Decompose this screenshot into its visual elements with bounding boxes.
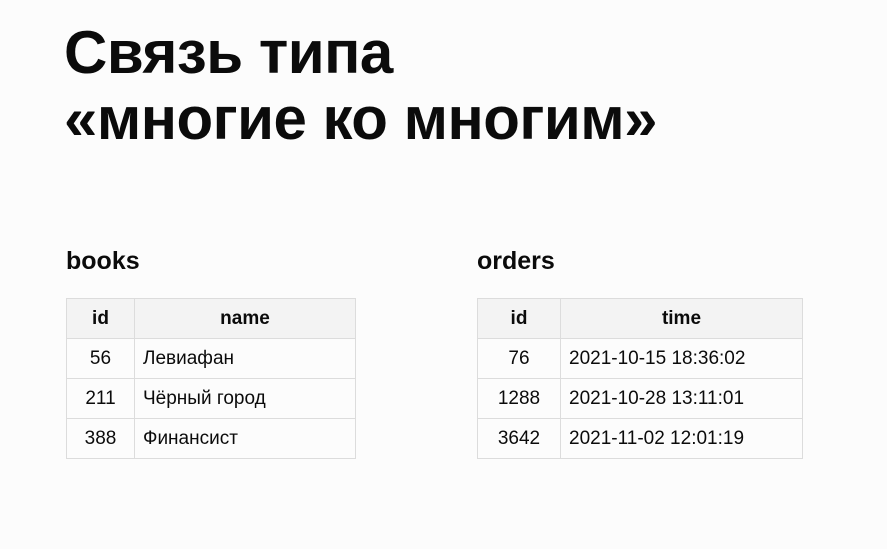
cell-id: 56 <box>66 338 135 379</box>
table-row: 76 2021-10-15 18:36:02 <box>477 338 803 379</box>
table-header-row: id name <box>66 298 356 339</box>
orders-table-caption: orders <box>477 247 555 275</box>
cell-id: 76 <box>477 338 561 379</box>
cell-name: Левиафан <box>134 338 356 379</box>
cell-id: 1288 <box>477 378 561 419</box>
orders-table: id time 76 2021-10-15 18:36:02 1288 2021… <box>477 298 803 459</box>
page-title-line-2: «многие ко многим» <box>64 85 658 152</box>
cell-id: 211 <box>66 378 135 419</box>
cell-name: Чёрный город <box>134 378 356 419</box>
column-header-name: name <box>134 298 356 339</box>
column-header-time: time <box>560 298 803 339</box>
books-table: id name 56 Левиафан 211 Чёрный город 388… <box>66 298 356 459</box>
column-header-id: id <box>66 298 135 339</box>
table-row: 388 Финансист <box>66 418 356 459</box>
cell-id: 388 <box>66 418 135 459</box>
table-row: 211 Чёрный город <box>66 378 356 419</box>
cell-name: Финансист <box>134 418 356 459</box>
table-row: 3642 2021-11-02 12:01:19 <box>477 418 803 459</box>
cell-time: 2021-10-28 13:11:01 <box>560 378 803 419</box>
books-table-caption: books <box>66 247 140 275</box>
cell-id: 3642 <box>477 418 561 459</box>
page-title-line-1: Связь типа <box>64 19 393 86</box>
table-header-row: id time <box>477 298 803 339</box>
cell-time: 2021-11-02 12:01:19 <box>560 418 803 459</box>
books-table-section: books id name 56 Левиафан 211 Чёрный гор… <box>66 244 356 459</box>
page-title: Связь типа «многие ко многим» <box>64 19 658 152</box>
orders-table-section: orders id time 76 2021-10-15 18:36:02 12… <box>477 244 803 459</box>
table-row: 56 Левиафан <box>66 338 356 379</box>
column-header-id: id <box>477 298 561 339</box>
table-row: 1288 2021-10-28 13:11:01 <box>477 378 803 419</box>
cell-time: 2021-10-15 18:36:02 <box>560 338 803 379</box>
